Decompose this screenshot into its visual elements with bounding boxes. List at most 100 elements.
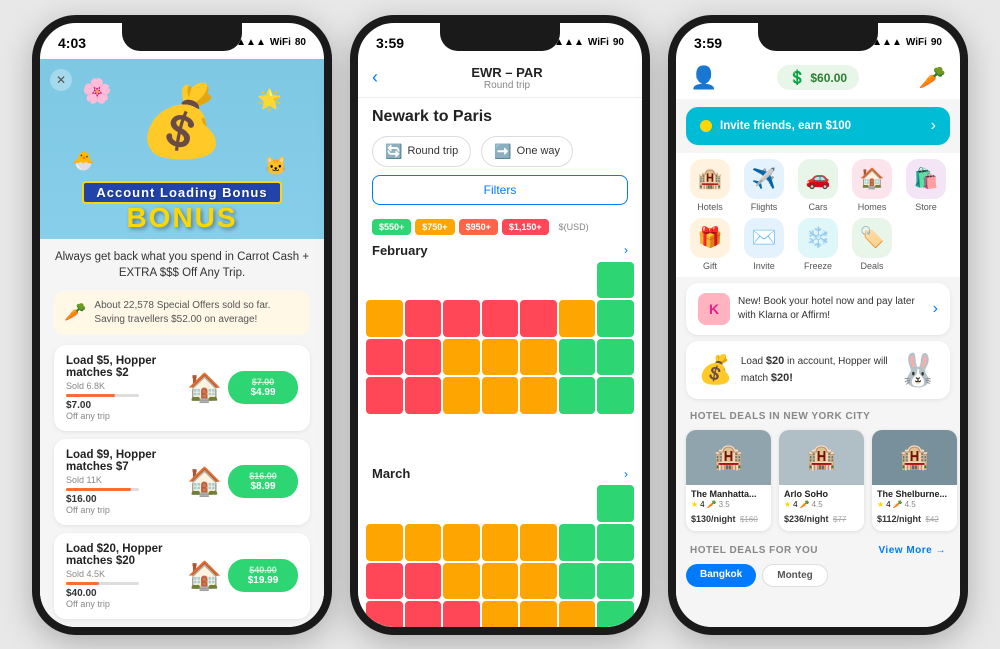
cal-cell[interactable] (559, 601, 596, 626)
cal-cell[interactable] (520, 601, 557, 626)
cal-cell[interactable] (520, 300, 557, 337)
battery-icon: 80 (295, 37, 306, 48)
category-item[interactable]: 🎁 Gift (686, 218, 734, 271)
cal-cell[interactable] (405, 524, 442, 561)
cal-cell[interactable] (520, 524, 557, 561)
cal-cell[interactable] (405, 300, 442, 337)
cal-cell[interactable] (559, 524, 596, 561)
cal-cell (482, 485, 519, 522)
city-tab[interactable]: Monteg (762, 564, 828, 587)
hotel-card[interactable]: 🏨 Arlo SoHo ★ 4 🥕 4.5 $236/night $77 (779, 430, 864, 532)
one-way-button[interactable]: ➡️ One way (481, 136, 573, 167)
offer-price: $7.00 (66, 400, 187, 411)
hotel-card[interactable]: 🏨 The Shelburne... ★ 4 🥕 4.5 $112/night … (872, 430, 957, 532)
cal-cell[interactable] (597, 563, 634, 600)
cal-cell[interactable] (405, 339, 442, 376)
cal-cell[interactable] (520, 377, 557, 414)
cal-cell[interactable] (405, 377, 442, 414)
offer-buy-button[interactable]: $40.00 $19.99 (228, 559, 298, 592)
category-item[interactable]: 🏠 Homes (848, 159, 896, 212)
cal-cell[interactable] (482, 339, 519, 376)
cal-cell[interactable] (482, 524, 519, 561)
cal-cell[interactable] (366, 524, 403, 561)
carrot-top-icon: 🥕 (919, 65, 946, 91)
hotel-price: $112/night $42 (877, 509, 952, 527)
city-tab[interactable]: Bangkok (686, 564, 756, 587)
category-icon-bg: 🚗 (798, 159, 838, 199)
filters-button[interactable]: Filters (372, 175, 628, 205)
hotel-cards-row[interactable]: 🏨 The Manhatta... ★ 4 🥕 3.5 $130/night $… (676, 426, 960, 540)
month-name: March (372, 466, 410, 481)
category-item[interactable]: 🛍️ Store (902, 159, 950, 212)
category-item[interactable]: 🏨 Hotels (686, 159, 734, 212)
klarna-banner[interactable]: K New! Book your hotel now and pay later… (686, 283, 950, 335)
offer-price: $16.00 (66, 494, 187, 505)
cal-cell[interactable] (443, 524, 480, 561)
cal-cell[interactable] (366, 300, 403, 337)
cal-cell[interactable] (366, 563, 403, 600)
hotel-image: 🏨 (686, 430, 771, 485)
cal-cell[interactable] (443, 377, 480, 414)
cal-cell[interactable] (482, 300, 519, 337)
hotel-price: $130/night $160 (691, 509, 766, 527)
hotel-card[interactable]: 🏨 The Manhatta... ★ 4 🥕 3.5 $130/night $… (686, 430, 771, 532)
close-button[interactable]: ✕ (50, 69, 72, 91)
category-item[interactable]: ✉️ Invite (740, 218, 788, 271)
treasure-image: 💰 🌸 🌟 🐣 🐱 (52, 67, 312, 177)
offer-trip: Off any trip (66, 505, 187, 515)
cal-cell[interactable] (559, 300, 596, 337)
category-item[interactable]: ❄️ Freeze (794, 218, 842, 271)
cal-cell[interactable] (597, 339, 634, 376)
cal-cell[interactable] (366, 601, 403, 626)
category-item[interactable]: 🏷️ Deals (848, 218, 896, 271)
cal-cell[interactable] (366, 377, 403, 414)
cal-cell[interactable] (443, 563, 480, 600)
cal-cell[interactable] (482, 377, 519, 414)
cal-cell[interactable] (366, 339, 403, 376)
offer-sold: Sold 4.5K (66, 569, 187, 579)
hotel-star-count: 4 (886, 500, 890, 509)
cal-cell[interactable] (559, 339, 596, 376)
cal-cell[interactable] (482, 601, 519, 626)
view-more-link[interactable]: View More → (878, 545, 946, 556)
cal-cell[interactable] (597, 300, 634, 337)
cal-cell (520, 416, 557, 453)
cal-cell[interactable] (597, 524, 634, 561)
month-arrow[interactable]: › (624, 467, 628, 481)
cal-cell[interactable] (597, 377, 634, 414)
category-item[interactable]: ✈️ Flights (740, 159, 788, 212)
phone3-content[interactable]: 👤 💲 $60.00 🥕 Invite friends, earn $100 ›… (676, 59, 960, 627)
cal-cell[interactable] (443, 300, 480, 337)
cal-cell[interactable] (597, 485, 634, 522)
cal-cell[interactable] (443, 339, 480, 376)
cal-cell[interactable] (597, 601, 634, 626)
month-arrow[interactable]: › (624, 243, 628, 257)
hotel-type-icon: 🥕 (707, 500, 717, 509)
cal-cell (366, 416, 403, 453)
invite-banner[interactable]: Invite friends, earn $100 › (686, 107, 950, 145)
category-item[interactable]: 🚗 Cars (794, 159, 842, 212)
category-icon-bg: ❄️ (798, 218, 838, 258)
offer-buy-button[interactable]: $16.00 $8.99 (228, 465, 298, 498)
carrot-icon: 🥕 (64, 302, 86, 323)
cal-cell[interactable] (482, 563, 519, 600)
cal-cell[interactable] (405, 601, 442, 626)
back-button[interactable]: ‹ (372, 67, 378, 88)
cal-cell[interactable] (405, 563, 442, 600)
round-trip-button[interactable]: 🔄 Round trip (372, 136, 471, 167)
hotel-name: Arlo SoHo (784, 489, 859, 501)
star-icon: ★ (691, 500, 698, 509)
offer-buy-button[interactable]: $7.00 $4.99 (228, 371, 298, 404)
avatar-icon[interactable]: 👤 (690, 65, 717, 91)
hotel-for-you-title: HOTEL DEALS FOR YOU (690, 545, 818, 556)
cal-cell[interactable] (559, 377, 596, 414)
offer-icon: 🏠 (187, 371, 222, 404)
cal-cell[interactable] (520, 339, 557, 376)
calendar-scroll[interactable]: February › March › April › May › June › … (358, 237, 642, 627)
cal-cell[interactable] (559, 563, 596, 600)
offer-old-price: $16.00 (238, 471, 288, 481)
cal-cell[interactable] (597, 262, 634, 299)
cal-cell[interactable] (520, 563, 557, 600)
wifi-icon: WiFi (270, 37, 291, 48)
cal-cell[interactable] (443, 601, 480, 626)
